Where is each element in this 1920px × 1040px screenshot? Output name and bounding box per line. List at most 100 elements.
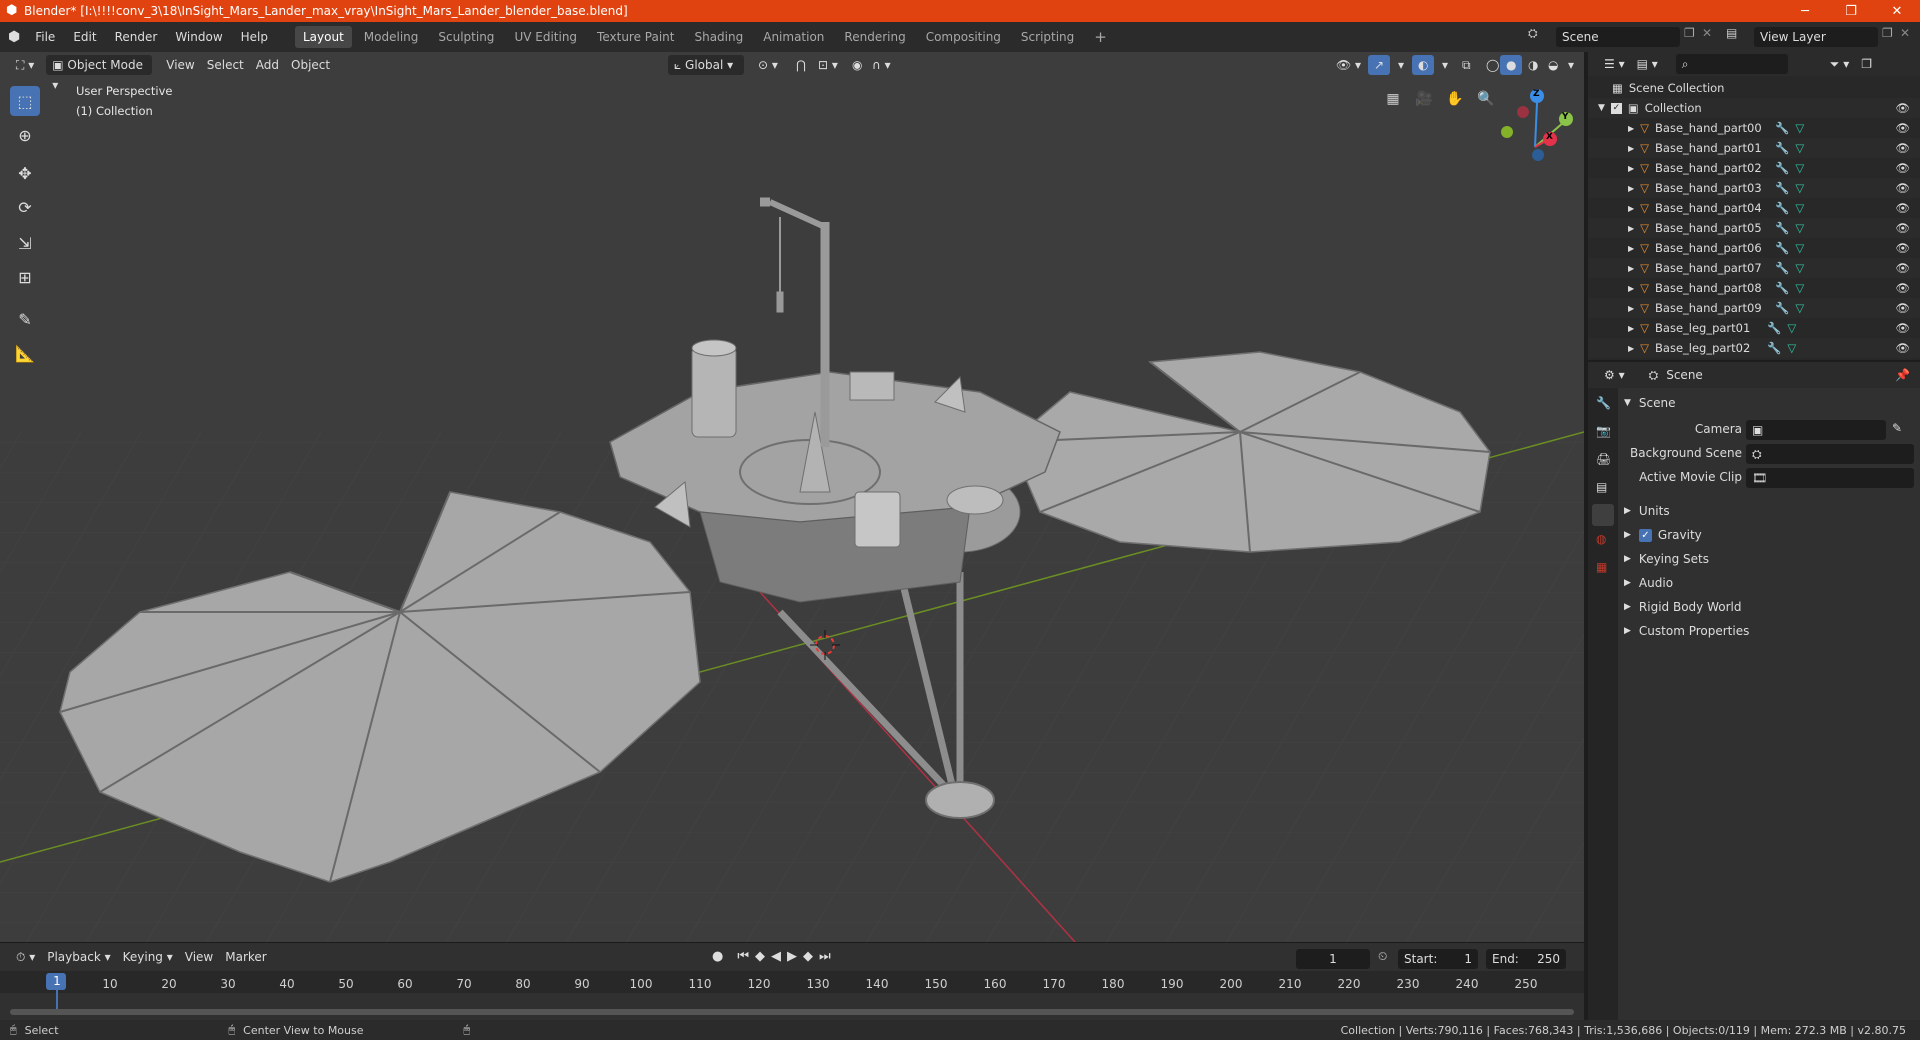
expand-arrow-icon[interactable]: ▶: [1628, 304, 1634, 313]
new-view-layer-icon[interactable]: ❐: [1882, 26, 1893, 40]
measure-tool[interactable]: 📐: [10, 338, 40, 368]
rotate-tool[interactable]: ⟳: [10, 192, 40, 222]
outliner-object-row[interactable]: ▶ ▽ Base_hand_part02 🔧 ▽ 👁: [1588, 158, 1920, 178]
timeline-editor-type[interactable]: ⏱ ▾: [10, 947, 41, 967]
annotate-tool[interactable]: ✎: [10, 304, 40, 334]
scale-tool[interactable]: ⇲: [10, 228, 40, 258]
gizmo-x-label[interactable]: X: [1546, 132, 1553, 142]
modifier-icon[interactable]: 🔧: [1775, 121, 1789, 135]
eye-icon[interactable]: 👁: [1895, 121, 1910, 135]
render-tab-icon[interactable]: 📷: [1596, 424, 1611, 438]
expand-arrow-icon[interactable]: ▼: [1598, 103, 1605, 113]
world-tab-icon[interactable]: ◍: [1596, 532, 1606, 546]
output-tab-icon[interactable]: 🖨: [1596, 452, 1611, 466]
eye-icon[interactable]: 👁: [1895, 321, 1910, 335]
record-button[interactable]: ●: [712, 949, 723, 964]
active-movie-clip-field[interactable]: 🎞: [1746, 468, 1914, 488]
view-layer-tab-icon[interactable]: ▤: [1596, 480, 1607, 494]
checkbox-icon[interactable]: ✓: [1610, 102, 1622, 114]
gizmo-toggle[interactable]: ↗: [1368, 55, 1391, 75]
select-box-tool[interactable]: ⬚: [10, 86, 40, 116]
mesh-data-icon[interactable]: ▽: [1795, 121, 1804, 135]
modifier-icon[interactable]: 🔧: [1775, 261, 1789, 275]
scene-panel-header[interactable]: ▼ Scene: [1624, 392, 1914, 414]
delete-scene-icon[interactable]: ✕: [1702, 26, 1712, 40]
scene-collection-row[interactable]: ▦ Scene Collection: [1588, 78, 1920, 98]
outliner-filter-button[interactable]: ⏷ ▾: [1824, 54, 1855, 74]
outliner-object-row[interactable]: ▶ ▽ Base_hand_part03 🔧 ▽ 👁: [1588, 178, 1920, 198]
outliner-object-row[interactable]: ▶ ▽ Base_leg_part01 🔧 ▽ 👁: [1588, 318, 1920, 338]
eye-icon[interactable]: 👁: [1895, 181, 1910, 195]
tab-compositing[interactable]: Compositing: [918, 26, 1009, 48]
background-scene-field[interactable]: ⛭: [1746, 444, 1914, 464]
modifier-icon[interactable]: 🔧: [1775, 141, 1789, 155]
viewport-menu-add[interactable]: Add: [250, 55, 285, 75]
expand-arrow-icon[interactable]: ▶: [1628, 264, 1634, 273]
expand-arrow-icon[interactable]: ▶: [1628, 124, 1634, 133]
pivot-point-button[interactable]: ⊙ ▾: [752, 55, 784, 75]
outliner-object-row[interactable]: ▶ ▽ Base_hand_part08 🔧 ▽ 👁: [1588, 278, 1920, 298]
view-layer-icon[interactable]: ▤: [1726, 26, 1737, 40]
delete-view-layer-icon[interactable]: ✕: [1900, 26, 1910, 40]
gizmo-z-label[interactable]: Z: [1533, 89, 1540, 99]
modifier-icon[interactable]: 🔧: [1775, 301, 1789, 315]
maximize-button[interactable]: ❐: [1828, 0, 1874, 22]
tab-shading[interactable]: Shading: [686, 26, 751, 48]
cursor-tool[interactable]: ⊕: [10, 120, 40, 150]
timeline-menu-view[interactable]: View: [179, 947, 219, 967]
outliner-object-row[interactable]: ▶ ▽ Base_leg_part02 🔧 ▽ 👁: [1588, 338, 1920, 358]
shading-solid[interactable]: ●: [1500, 55, 1523, 75]
rigid-body-world-panel-header[interactable]: ▶ Rigid Body World: [1624, 596, 1914, 618]
blender-menu-icon[interactable]: ⬢: [8, 29, 20, 45]
move-tool[interactable]: ✥: [10, 158, 40, 188]
outliner-object-row[interactable]: ▶ ▽ Base_hand_part04 🔧 ▽ 👁: [1588, 198, 1920, 218]
menu-edit[interactable]: Edit: [64, 22, 105, 52]
outliner-object-row[interactable]: ▶ ▽ Base_hand_part05 🔧 ▽ 👁: [1588, 218, 1920, 238]
viewport-menu-object[interactable]: Object: [285, 55, 336, 75]
mesh-data-icon[interactable]: ▽: [1795, 281, 1804, 295]
close-window-button[interactable]: ✕: [1874, 0, 1920, 22]
eye-icon[interactable]: 👁: [1895, 221, 1910, 235]
custom-properties-panel-header[interactable]: ▶ Custom Properties: [1624, 620, 1914, 642]
timeline-scrollbar[interactable]: [10, 1009, 1574, 1015]
mesh-data-icon[interactable]: ▽: [1787, 341, 1796, 355]
eye-icon[interactable]: 👁: [1895, 161, 1910, 175]
outliner-object-row[interactable]: ▶ ▽ Base_hand_part09 🔧 ▽ 👁: [1588, 298, 1920, 318]
expand-arrow-icon[interactable]: ▶: [1628, 324, 1634, 333]
falloff-button[interactable]: ∩ ▾: [866, 55, 897, 75]
scene-tab-icon[interactable]: [1592, 504, 1614, 526]
tab-sculpting[interactable]: Sculpting: [430, 26, 502, 48]
tab-animation[interactable]: Animation: [755, 26, 832, 48]
timeline-menu-playback[interactable]: Playback ▾: [41, 947, 116, 967]
outliner-object-row[interactable]: ▶ ▽ Base_hand_part01 🔧 ▽ 👁: [1588, 138, 1920, 158]
keying-sets-panel-header[interactable]: ▶ Keying Sets: [1624, 548, 1914, 570]
transform-tool[interactable]: ⊞: [10, 262, 40, 292]
menu-help[interactable]: Help: [232, 22, 277, 52]
modifier-icon[interactable]: 🔧: [1775, 281, 1789, 295]
display-mode-button[interactable]: ▤ ▾: [1631, 54, 1664, 74]
jump-next-keyframe-button[interactable]: ◆: [803, 949, 813, 964]
units-panel-header[interactable]: ▶ Units: [1624, 500, 1914, 522]
expand-arrow-icon[interactable]: ▶: [1628, 144, 1634, 153]
menu-render[interactable]: Render: [106, 22, 167, 52]
gizmo-dropdown[interactable]: ▾: [1392, 55, 1410, 75]
outliner-search-input[interactable]: ⌕: [1675, 54, 1788, 74]
overlay-toggle[interactable]: ◐: [1412, 55, 1435, 75]
play-button[interactable]: ▶: [787, 949, 797, 964]
properties-panel[interactable]: ⚙ ▾ ⛭ Scene 📌 🔧 📷 🖨 ▤ ◍ ▦ ▼ Scene Camera…: [1588, 362, 1920, 1020]
visibility-button[interactable]: 👁 ▾: [1330, 55, 1367, 75]
eye-icon[interactable]: 👁: [1895, 261, 1910, 275]
eye-icon[interactable]: 👁: [1895, 141, 1910, 155]
menu-window[interactable]: Window: [166, 22, 231, 52]
new-collection-button[interactable]: ❐: [1855, 54, 1878, 74]
eye-icon[interactable]: 👁: [1895, 201, 1910, 215]
eye-icon[interactable]: 👁: [1895, 341, 1910, 355]
outliner-object-row[interactable]: ▶ ▽ Base_hand_part06 🔧 ▽ 👁: [1588, 238, 1920, 258]
xray-toggle[interactable]: ⧉: [1456, 55, 1477, 75]
viewport-menu-view[interactable]: View: [160, 55, 200, 75]
viewport-menu-select[interactable]: Select: [201, 55, 250, 75]
modifier-icon[interactable]: 🔧: [1767, 341, 1781, 355]
timeline-menu-keying[interactable]: Keying ▾: [117, 947, 179, 967]
properties-editor-type[interactable]: ⚙ ▾: [1598, 365, 1631, 385]
scene-field[interactable]: Scene: [1556, 27, 1680, 47]
